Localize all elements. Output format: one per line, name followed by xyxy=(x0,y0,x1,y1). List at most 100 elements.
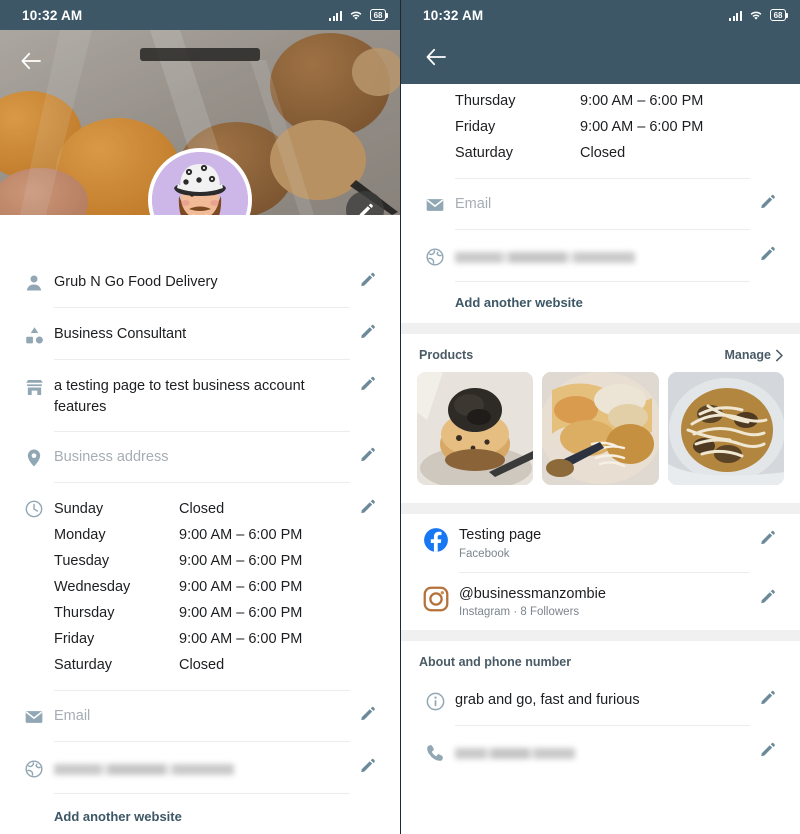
hours-value: 9:00 AM – 6:00 PM xyxy=(580,93,704,109)
edit-facebook-button[interactable] xyxy=(750,514,784,546)
field-row-category-body: Business Consultant xyxy=(54,309,350,360)
field-row-website[interactable] xyxy=(401,231,800,283)
edit-address-button[interactable] xyxy=(350,432,384,463)
product-thumb-2[interactable] xyxy=(542,372,659,485)
field-row-address[interactable]: Business address xyxy=(0,432,400,484)
field-row-email[interactable]: Email xyxy=(401,179,800,231)
cover-photo-hero xyxy=(0,30,400,215)
edit-name-button[interactable] xyxy=(350,257,384,288)
hours-day: Thursday xyxy=(54,605,115,622)
pencil-icon xyxy=(360,324,375,339)
globe-icon xyxy=(14,743,54,779)
pencil-icon xyxy=(760,589,775,603)
facebook-platform-label: Facebook xyxy=(459,547,510,560)
field-value-website-redacted xyxy=(455,246,750,267)
hours-row: Sunday Closed xyxy=(54,496,350,522)
phone-icon xyxy=(415,727,455,763)
field-row-website[interactable] xyxy=(0,743,400,795)
redacted-phone-value xyxy=(455,748,575,760)
profile-fields-list: Grub N Go Food Delivery Business Consult… xyxy=(0,215,400,824)
product-image-3 xyxy=(667,372,784,485)
edit-phone-button[interactable] xyxy=(750,727,784,758)
field-value-website-redacted xyxy=(54,758,350,779)
chevron-right-icon xyxy=(776,349,783,361)
facebook-page-name: Testing page xyxy=(459,527,542,543)
category-icon xyxy=(14,309,54,346)
edit-email-button[interactable] xyxy=(750,179,784,210)
status-bar-left: 10:32 AM 68 xyxy=(0,0,400,30)
pencil-icon xyxy=(760,530,775,545)
products-gallery xyxy=(401,372,800,503)
back-arrow-icon xyxy=(21,52,41,70)
dual-screenshot-container: 10:32 AM 68 Grub N Go Food Delivery Busi… xyxy=(0,0,800,834)
add-another-website-link[interactable]: Add another website xyxy=(0,795,400,824)
edit-instagram-button[interactable] xyxy=(750,573,784,605)
back-button[interactable] xyxy=(419,40,453,74)
right-screen: 10:32 AM 68 Thursday 9:00 AM – 6:00 PM F… xyxy=(400,0,800,834)
social-row-instagram[interactable]: @businessmanzombie Instagram · 8 Followe… xyxy=(401,573,800,631)
instagram-handle: @businessmanzombie xyxy=(459,585,606,602)
edit-website-button[interactable] xyxy=(350,743,384,774)
business-hours-list: Sunday Closed Monday 9:00 AM – 6:00 PM T… xyxy=(54,484,350,692)
top-app-bar xyxy=(401,30,800,84)
pencil-icon xyxy=(360,376,375,391)
field-placeholder-email: Email xyxy=(54,708,91,725)
field-row-website-body xyxy=(54,743,350,794)
field-row-email[interactable]: Email xyxy=(0,691,400,743)
pencil-icon xyxy=(760,742,775,757)
field-row-about-body: grab and go, fast and furious xyxy=(455,675,750,726)
wifi-icon xyxy=(350,11,362,20)
field-row-name[interactable]: Grub N Go Food Delivery xyxy=(0,257,400,309)
social-row-facebook[interactable]: Testing page Facebook xyxy=(401,514,800,573)
email-icon xyxy=(415,179,455,215)
signal-bars-icon xyxy=(728,10,743,21)
hours-day: Tuesday xyxy=(54,553,110,570)
hours-day: Wednesday xyxy=(54,579,131,596)
product-thumb-1[interactable] xyxy=(417,372,534,485)
instagram-icon xyxy=(413,573,459,612)
hours-day: Thursday xyxy=(455,93,516,109)
field-row-business-hours[interactable]: Sunday Closed Monday 9:00 AM – 6:00 PM T… xyxy=(0,484,400,692)
hours-value: 9:00 AM – 6:00 PM xyxy=(179,527,303,544)
edit-about-button[interactable] xyxy=(750,675,784,706)
field-row-phone[interactable] xyxy=(401,727,800,779)
manage-label: Manage xyxy=(724,348,771,362)
storefront-icon xyxy=(14,361,54,398)
hours-value: 9:00 AM – 6:00 PM xyxy=(179,579,303,596)
add-another-website-link[interactable]: Add another website xyxy=(401,283,800,323)
field-row-about[interactable]: grab and go, fast and furious xyxy=(401,675,800,727)
hours-row: Wednesday 9:00 AM – 6:00 PM xyxy=(54,574,350,600)
field-row-category[interactable]: Business Consultant xyxy=(0,309,400,361)
edit-category-button[interactable] xyxy=(350,309,384,340)
field-row-description[interactable]: a testing page to test business account … xyxy=(0,361,400,433)
pencil-icon xyxy=(360,500,375,514)
back-button[interactable] xyxy=(14,44,48,78)
hours-value: 9:00 AM – 6:00 PM xyxy=(179,605,303,622)
edit-description-button[interactable] xyxy=(350,361,384,392)
hours-day: Saturday xyxy=(455,145,514,161)
redacted-website-value xyxy=(54,764,234,776)
hours-row: Tuesday 9:00 AM – 6:00 PM xyxy=(54,548,350,574)
edit-website-button[interactable] xyxy=(750,231,784,262)
manage-products-button[interactable]: Manage xyxy=(724,348,784,362)
field-value-name: Grub N Go Food Delivery xyxy=(54,274,218,290)
hours-day: Monday xyxy=(54,527,106,544)
product-image-1 xyxy=(417,372,534,485)
hours-value: 9:00 AM – 6:00 PM xyxy=(580,119,704,135)
hours-value: 9:00 AM – 6:00 PM xyxy=(179,553,303,570)
status-bar-right: 10:32 AM 68 xyxy=(401,0,800,30)
instagram-followers-label: Instagram · 8 Followers xyxy=(459,606,580,619)
edit-hours-button[interactable] xyxy=(350,484,384,691)
facebook-icon xyxy=(413,514,459,553)
pencil-icon xyxy=(360,272,375,287)
hours-row: Friday 9:00 AM – 6:00 PM xyxy=(455,114,750,140)
pencil-icon xyxy=(360,707,375,721)
edit-email-button[interactable] xyxy=(350,691,384,722)
clock-icon xyxy=(14,484,54,691)
battery-icon: 68 xyxy=(770,9,789,21)
product-thumb-3[interactable] xyxy=(667,372,784,485)
section-divider-band xyxy=(401,323,800,334)
pencil-icon xyxy=(359,203,373,215)
globe-icon xyxy=(415,231,455,267)
status-icons: 68 xyxy=(328,9,389,21)
